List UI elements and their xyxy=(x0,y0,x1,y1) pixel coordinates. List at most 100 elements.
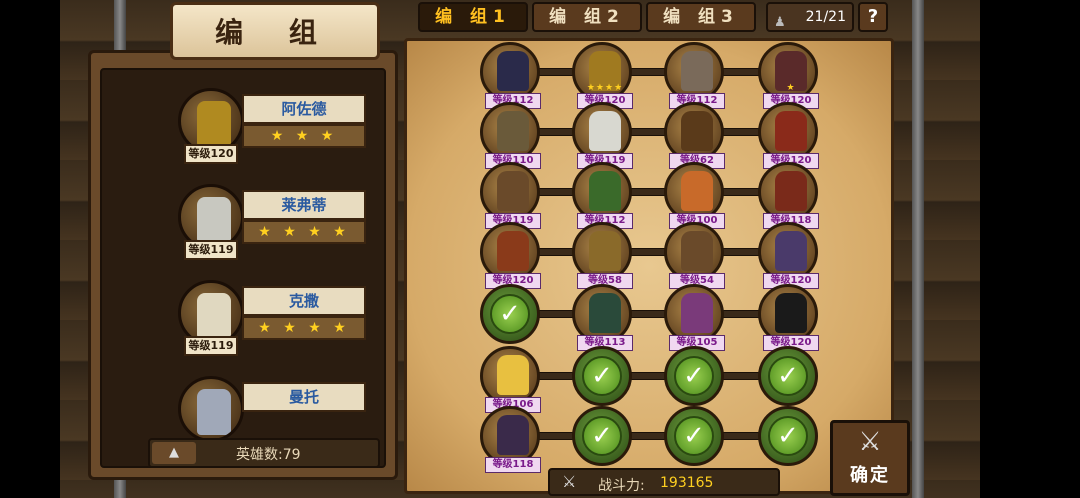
formation-hero-slot[interactable]: 等级62 xyxy=(664,102,725,169)
confirm-button[interactable]: ⚔ 确定 xyxy=(830,420,910,496)
formation-hero-slot[interactable]: 等级120 xyxy=(758,222,819,289)
formation-hero-slot[interactable]: 等级58 xyxy=(572,222,633,289)
tab-group-1[interactable]: 编 组1 xyxy=(418,2,528,32)
hero-figure xyxy=(197,101,231,147)
checkmark-icon: ✓ xyxy=(674,416,714,456)
formation-hero-slot[interactable]: 等级120 xyxy=(758,102,819,169)
hero-figure xyxy=(681,293,713,333)
hero-figure xyxy=(497,51,529,91)
hero-stars: ★★★★ xyxy=(586,83,624,93)
hero-card[interactable]: 等级119 克撒 ★ ★ ★ ★ xyxy=(178,272,368,356)
tab-group-2[interactable]: 编 组2 xyxy=(532,2,642,32)
formation-hero-slot[interactable]: 等级105 xyxy=(664,284,725,351)
empty-slot[interactable]: ✓ xyxy=(758,406,818,466)
hero-figure xyxy=(589,111,621,151)
crossed-swords-icon: ⚔ xyxy=(562,472,577,491)
hero-figure xyxy=(589,293,621,333)
team-count-text: 21/21 xyxy=(805,9,846,25)
hero-count-bar: ▲ 英雄数:79 xyxy=(148,438,380,468)
checkmark-icon: ✓ xyxy=(490,294,530,334)
formation-hero-slot[interactable]: 等级112 xyxy=(480,42,541,109)
checkmark-icon: ✓ xyxy=(768,416,808,456)
checkmark-icon: ✓ xyxy=(768,356,808,396)
formation-link xyxy=(510,310,788,318)
hero-name: 克撒 xyxy=(242,286,366,316)
empty-slot[interactable]: ✓ xyxy=(480,284,540,344)
hero-stars: ★ ★ ★ ★ xyxy=(242,316,366,340)
team-icon: ♟ xyxy=(774,15,786,30)
sort-icon[interactable]: ▲ xyxy=(152,442,196,464)
hero-level: 等级118 xyxy=(485,457,541,473)
checkmark-icon: ✓ xyxy=(582,356,622,396)
hero-figure xyxy=(775,231,807,271)
formation-hero-slot[interactable]: 等级106 xyxy=(480,346,541,413)
formation-link xyxy=(510,248,788,256)
formation-hero-slot[interactable]: 等级112 xyxy=(572,162,633,229)
checkmark-icon: ✓ xyxy=(582,416,622,456)
hero-name: 曼托 xyxy=(242,382,366,412)
hero-figure xyxy=(681,171,713,211)
empty-slot[interactable]: ✓ xyxy=(572,406,632,466)
hero-figure xyxy=(775,111,807,151)
hero-count-text: 英雄数:79 xyxy=(236,447,301,463)
combat-power-label: 战斗力: xyxy=(598,478,645,494)
combat-power-value: 193165 xyxy=(660,475,714,491)
hero-figure xyxy=(497,111,529,151)
hero-level: 等级119 xyxy=(184,336,238,356)
empty-slot[interactable]: ✓ xyxy=(758,346,818,406)
hero-stars: ★ xyxy=(786,83,796,93)
hero-name: 阿佐德 xyxy=(242,94,366,124)
hero-card[interactable]: 等级119 莱弗蒂 ★ ★ ★ ★ xyxy=(178,176,368,260)
hero-figure xyxy=(681,231,713,271)
formation-hero-slot[interactable]: 等级120 xyxy=(758,284,819,351)
hero-figure xyxy=(681,51,713,91)
hero-stars: ★ ★ ★ ★ xyxy=(242,220,366,244)
page-title: 编 组 xyxy=(170,2,380,60)
hero-figure xyxy=(497,355,529,395)
hero-portrait xyxy=(178,376,244,442)
hero-figure xyxy=(497,171,529,211)
formation-board xyxy=(404,38,894,494)
hero-card[interactable]: 等级120 阿佐德 ★ ★ ★ xyxy=(178,80,368,164)
formation-hero-slot[interactable]: ★ 等级120 xyxy=(758,42,819,109)
hero-figure xyxy=(497,231,529,271)
formation-hero-slot[interactable]: 等级110 xyxy=(480,102,541,169)
hero-level: 等级120 xyxy=(184,144,238,164)
hero-figure xyxy=(497,415,529,455)
formation-hero-slot[interactable]: 等级119 xyxy=(572,102,633,169)
formation-hero-slot[interactable]: 等级118 xyxy=(480,406,541,473)
formation-hero-slot[interactable]: 等级118 xyxy=(758,162,819,229)
frame-pole-right xyxy=(912,0,924,498)
hero-figure xyxy=(589,171,621,211)
help-button[interactable]: ? xyxy=(858,2,888,32)
hero-figure xyxy=(197,389,231,435)
formation-link xyxy=(510,68,788,76)
hero-figure xyxy=(681,111,713,151)
tab-group-3[interactable]: 编 组3 xyxy=(646,2,756,32)
empty-slot[interactable]: ✓ xyxy=(572,346,632,406)
hero-name: 莱弗蒂 xyxy=(242,190,366,220)
team-count: ♟ 21/21 xyxy=(766,2,854,32)
hero-level: 等级119 xyxy=(184,240,238,260)
formation-hero-slot[interactable]: 等级119 xyxy=(480,162,541,229)
hero-stars: ★ ★ ★ xyxy=(242,124,366,148)
hero-figure xyxy=(589,231,621,271)
formation-hero-slot[interactable]: 等级112 xyxy=(664,42,725,109)
formation-hero-slot[interactable]: 等级120 xyxy=(480,222,541,289)
crossed-swords-icon: ⚔ xyxy=(858,427,882,457)
formation-hero-slot[interactable]: ★★★★ 等级120 xyxy=(572,42,633,109)
hero-figure xyxy=(775,293,807,333)
hero-figure xyxy=(197,197,231,243)
formation-hero-slot[interactable]: 等级54 xyxy=(664,222,725,289)
formation-link xyxy=(510,128,788,136)
formation-hero-slot[interactable]: 等级100 xyxy=(664,162,725,229)
formation-link xyxy=(510,188,788,196)
formation-link xyxy=(510,432,788,440)
formation-hero-slot[interactable]: 等级113 xyxy=(572,284,633,351)
hero-figure xyxy=(775,171,807,211)
empty-slot[interactable]: ✓ xyxy=(664,346,724,406)
empty-slot[interactable]: ✓ xyxy=(664,406,724,466)
combat-power-bar: ⚔ 战斗力: 193165 xyxy=(548,468,780,496)
checkmark-icon: ✓ xyxy=(674,356,714,396)
hero-figure xyxy=(197,293,231,339)
